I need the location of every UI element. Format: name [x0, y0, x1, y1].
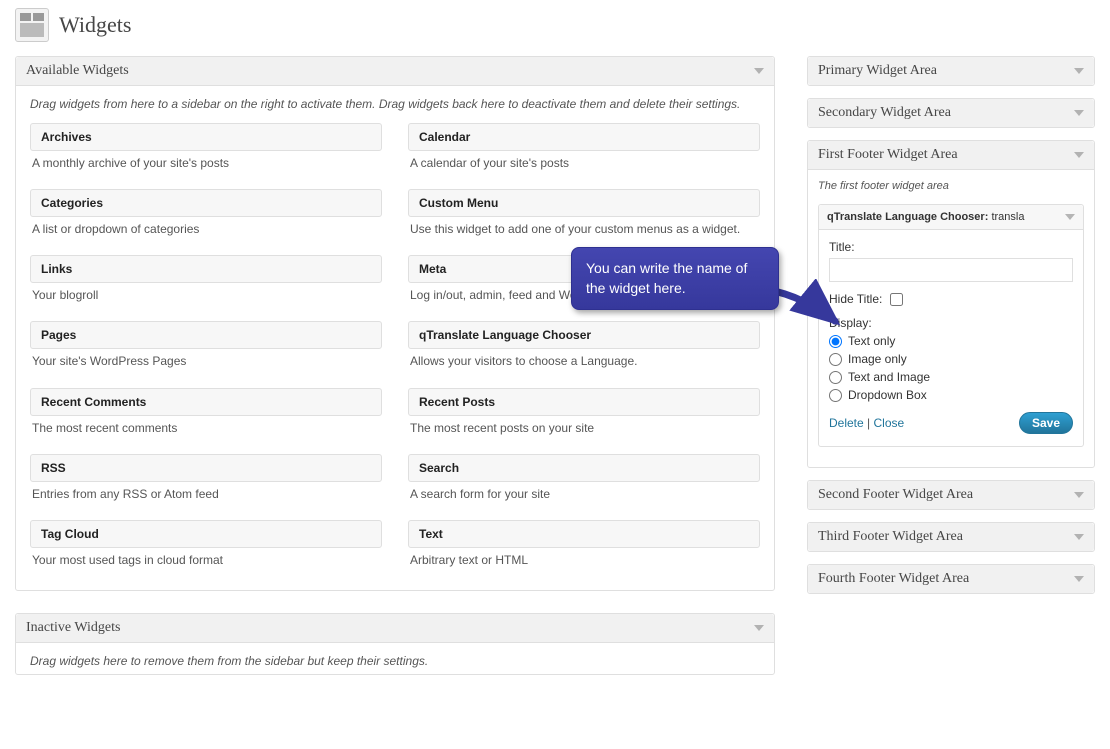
available-widget-desc: Use this widget to add one of your custo… — [410, 221, 758, 237]
available-widget-desc: Arbitrary text or HTML — [410, 552, 758, 568]
available-widget-desc: The most recent comments — [32, 420, 380, 436]
chevron-down-icon[interactable] — [1074, 534, 1084, 540]
available-widget-desc: Your site's WordPress Pages — [32, 353, 380, 369]
available-widget: Archives A monthly archive of your site's… — [30, 123, 382, 179]
inactive-widgets-panel: Inactive Widgets Drag widgets here to re… — [15, 613, 775, 675]
title-label: Title: — [829, 240, 1073, 254]
available-widget: Custom Menu Use this widget to add one of… — [408, 189, 760, 245]
display-image-only-label: Image only — [848, 352, 907, 366]
sidebar-first-footer-header[interactable]: First Footer Widget Area — [808, 141, 1094, 170]
sidebar-second-footer-title: Second Footer Widget Area — [818, 487, 973, 503]
close-link[interactable]: Close — [873, 416, 904, 430]
available-widget: Links Your blogroll — [30, 255, 382, 311]
available-widget: Categories A list or dropdown of categori… — [30, 189, 382, 245]
sidebar-primary: Primary Widget Area — [807, 56, 1095, 86]
available-widget-desc: Your blogroll — [32, 287, 380, 303]
available-widget: qTranslate Language Chooser Allows your v… — [408, 321, 760, 377]
placed-widget-name: qTranslate Language Chooser: — [827, 211, 988, 223]
inactive-widgets-title: Inactive Widgets — [26, 620, 120, 636]
sidebar-primary-title: Primary Widget Area — [818, 63, 937, 79]
chevron-down-icon[interactable] — [1074, 576, 1084, 582]
available-widget-desc: A monthly archive of your site's posts — [32, 155, 380, 171]
available-widget-head[interactable]: Calendar — [408, 123, 760, 151]
display-dropdown-label: Dropdown Box — [848, 388, 927, 402]
sidebar-second-footer-header[interactable]: Second Footer Widget Area — [808, 481, 1094, 509]
available-widget-desc: The most recent posts on your site — [410, 420, 758, 436]
available-widget: Calendar A calendar of your site's posts — [408, 123, 760, 179]
available-widgets-grid: Archives A monthly archive of your site's… — [30, 123, 760, 576]
available-widget-desc: Your most used tags in cloud format — [32, 552, 380, 568]
available-widget-desc: A calendar of your site's posts — [410, 155, 758, 171]
chevron-down-icon[interactable] — [754, 68, 764, 74]
placed-widget-header[interactable]: qTranslate Language Chooser: transla — [819, 205, 1083, 230]
widgets-screen-icon — [15, 8, 49, 42]
sidebar-first-footer-description: The first footer widget area — [818, 180, 1084, 192]
sidebar-fourth-footer-title: Fourth Footer Widget Area — [818, 571, 969, 587]
available-widget-head[interactable]: Recent Posts — [408, 388, 760, 416]
available-widgets-title: Available Widgets — [26, 63, 129, 79]
display-dropdown-radio[interactable] — [829, 389, 842, 402]
available-widget-head[interactable]: Links — [30, 255, 382, 283]
available-widget: RSS Entries from any RSS or Atom feed — [30, 454, 382, 510]
sidebar-third-footer-header[interactable]: Third Footer Widget Area — [808, 523, 1094, 551]
sidebar-secondary: Secondary Widget Area — [807, 98, 1095, 128]
sidebar-second-footer: Second Footer Widget Area — [807, 480, 1095, 510]
available-widget-head[interactable]: qTranslate Language Chooser — [408, 321, 760, 349]
chevron-down-icon[interactable] — [1074, 110, 1084, 116]
available-widget: Recent Comments The most recent comments — [30, 388, 382, 444]
sidebar-secondary-title: Secondary Widget Area — [818, 105, 951, 121]
inactive-widgets-description: Drag widgets here to remove them from th… — [30, 653, 760, 670]
sidebar-primary-header[interactable]: Primary Widget Area — [808, 57, 1094, 85]
available-widgets-header[interactable]: Available Widgets — [16, 57, 774, 86]
available-widget: Pages Your site's WordPress Pages — [30, 321, 382, 377]
available-widget-head[interactable]: Tag Cloud — [30, 520, 382, 548]
available-widget-head[interactable]: Archives — [30, 123, 382, 151]
available-widget-head[interactable]: Text — [408, 520, 760, 548]
available-widget-head[interactable]: Recent Comments — [30, 388, 382, 416]
available-widget-head[interactable]: Custom Menu — [408, 189, 760, 217]
available-widget-head[interactable]: Search — [408, 454, 760, 482]
available-widget-desc: A list or dropdown of categories — [32, 221, 380, 237]
widget-title-input[interactable] — [829, 258, 1073, 282]
placed-widget-qtranslate: qTranslate Language Chooser: transla Tit… — [818, 204, 1084, 447]
chevron-down-icon[interactable] — [1074, 152, 1084, 158]
hide-title-checkbox[interactable] — [890, 293, 903, 306]
placed-widget-instance: transla — [991, 211, 1024, 223]
chevron-down-icon[interactable] — [754, 625, 764, 631]
available-widget: Text Arbitrary text or HTML — [408, 520, 760, 576]
available-widget-desc: Allows your visitors to choose a Languag… — [410, 353, 758, 369]
page-header: Widgets — [15, 8, 1095, 42]
annotation-callout: You can write the name of the widget her… — [571, 247, 779, 310]
delete-link[interactable]: Delete — [829, 416, 864, 430]
sidebar-first-footer-title: First Footer Widget Area — [818, 147, 958, 163]
available-widget-desc: A search form for your site — [410, 486, 758, 502]
sidebar-fourth-footer: Fourth Footer Widget Area — [807, 564, 1095, 594]
page-title: Widgets — [59, 12, 131, 38]
chevron-down-icon[interactable] — [1074, 492, 1084, 498]
available-widget: Tag Cloud Your most used tags in cloud fo… — [30, 520, 382, 576]
display-text-image-radio[interactable] — [829, 371, 842, 384]
available-widget: Search A search form for your site — [408, 454, 760, 510]
available-widgets-panel: Available Widgets Drag widgets from here… — [15, 56, 775, 591]
sidebar-secondary-header[interactable]: Secondary Widget Area — [808, 99, 1094, 127]
display-text-image-label: Text and Image — [848, 370, 930, 384]
available-widget-head[interactable]: Categories — [30, 189, 382, 217]
chevron-down-icon[interactable] — [1074, 68, 1084, 74]
sidebar-third-footer-title: Third Footer Widget Area — [818, 529, 963, 545]
display-image-only-radio[interactable] — [829, 353, 842, 366]
annotation-text: You can write the name of the widget her… — [586, 260, 747, 296]
available-widget: Recent Posts The most recent posts on you… — [408, 388, 760, 444]
save-button[interactable]: Save — [1019, 412, 1073, 434]
display-text-only-label: Text only — [848, 334, 895, 348]
sidebar-third-footer: Third Footer Widget Area — [807, 522, 1095, 552]
available-widget-head[interactable]: Pages — [30, 321, 382, 349]
available-widget-head[interactable]: RSS — [30, 454, 382, 482]
available-widgets-description: Drag widgets from here to a sidebar on t… — [30, 96, 760, 113]
sidebar-fourth-footer-header[interactable]: Fourth Footer Widget Area — [808, 565, 1094, 593]
chevron-down-icon[interactable] — [1065, 214, 1075, 220]
sidebar-first-footer: First Footer Widget Area The first foote… — [807, 140, 1095, 468]
inactive-widgets-header[interactable]: Inactive Widgets — [16, 614, 774, 643]
available-widget-desc: Entries from any RSS or Atom feed — [32, 486, 380, 502]
